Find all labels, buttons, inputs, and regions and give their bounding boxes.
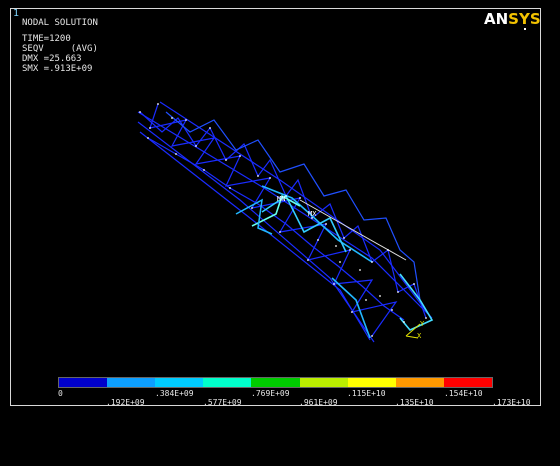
legend-label-5: .961E+09 bbox=[299, 398, 338, 407]
legend-swatch-5 bbox=[299, 378, 348, 387]
legend-swatch-4 bbox=[251, 378, 300, 387]
truss-lacing-2 bbox=[149, 103, 398, 337]
legend-swatch-6 bbox=[347, 378, 396, 387]
legend-label-7: .135E+10 bbox=[395, 398, 434, 407]
legend-label-4: .769E+09 bbox=[251, 389, 290, 398]
legend-label-2: .384E+09 bbox=[155, 389, 194, 398]
legend-swatch-8 bbox=[443, 378, 492, 387]
truss-chord-bottom bbox=[137, 121, 375, 343]
legend-label-0: 0 bbox=[58, 389, 63, 398]
legend-swatch-0 bbox=[59, 378, 108, 387]
axis-x-label: X bbox=[417, 332, 422, 340]
legend-label-3: .577E+09 bbox=[203, 398, 242, 407]
legend-swatch-3 bbox=[203, 378, 252, 387]
stressed-members-2 bbox=[261, 194, 347, 253]
legend-label-9: .173E+10 bbox=[492, 398, 531, 407]
contour-legend-bar bbox=[58, 377, 493, 388]
truss-chord-upper bbox=[159, 101, 431, 317]
max-marker: MX bbox=[308, 210, 317, 218]
legend-label-6: .115E+10 bbox=[347, 389, 386, 398]
truss-lacing-1 bbox=[139, 111, 427, 319]
min-marker: MN bbox=[277, 195, 285, 203]
legend-label-1: .192E+09 bbox=[106, 398, 145, 407]
legend-label-8: .154E+10 bbox=[444, 389, 483, 398]
axis-triad: Y X bbox=[405, 320, 425, 340]
legend-swatch-1 bbox=[107, 378, 156, 387]
truss-structure bbox=[137, 101, 434, 343]
load-line bbox=[299, 199, 407, 261]
legend-swatch-7 bbox=[395, 378, 444, 387]
truss-chord-top bbox=[137, 111, 433, 319]
legend-swatch-2 bbox=[155, 378, 204, 387]
